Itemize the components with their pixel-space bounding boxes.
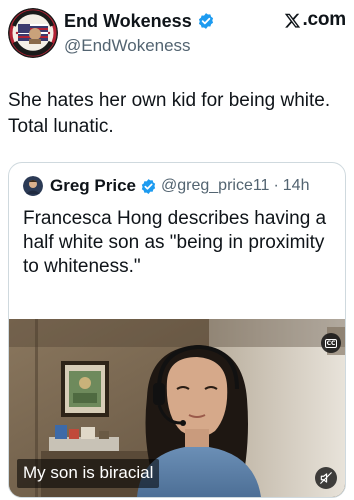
top-edge (0, 0, 354, 3)
video-player[interactable]: CC My son is biracial (9, 319, 345, 497)
quoted-tweet-text: Francesca Hong describes having a half w… (23, 208, 327, 277)
quoted-author-handle[interactable]: @greg_price11 (161, 177, 269, 195)
quoted-author-name[interactable]: Greg Price (50, 176, 136, 196)
time-separator: · (273, 177, 279, 194)
author-display-name[interactable]: End Wokeness (64, 10, 192, 32)
quoted-tweet-header: Greg Price @greg_price11 · 14h (23, 175, 309, 197)
video-caption: My son is biracial (17, 459, 160, 488)
end-wokeness-badge-icon (8, 8, 58, 58)
mute-button[interactable] (315, 467, 337, 489)
brand-domain-label: .com (302, 9, 346, 30)
captions-button[interactable]: CC (321, 333, 341, 353)
author-name-row: End Wokeness (64, 10, 215, 32)
author-handle[interactable]: @EndWokeness (64, 35, 191, 56)
quoted-verified-badge-icon (140, 178, 157, 195)
quoted-tweet-card[interactable]: Greg Price @greg_price11 · 14h Francesca… (8, 162, 346, 498)
tweet-header: End Wokeness @EndWokeness .com (8, 6, 346, 60)
tweet-text: She hates her own kid for being white. T… (8, 90, 331, 137)
x-com-brand: .com (284, 9, 346, 31)
x-logo-icon (284, 12, 301, 29)
greg-price-avatar-icon (23, 176, 43, 196)
muted-speaker-icon (320, 472, 332, 484)
author-avatar[interactable] (8, 8, 58, 58)
captions-label: CC (324, 338, 338, 348)
quoted-timestamp[interactable]: 14h (283, 177, 310, 195)
quoted-author-avatar[interactable] (23, 176, 43, 196)
verified-badge-icon (197, 12, 215, 30)
